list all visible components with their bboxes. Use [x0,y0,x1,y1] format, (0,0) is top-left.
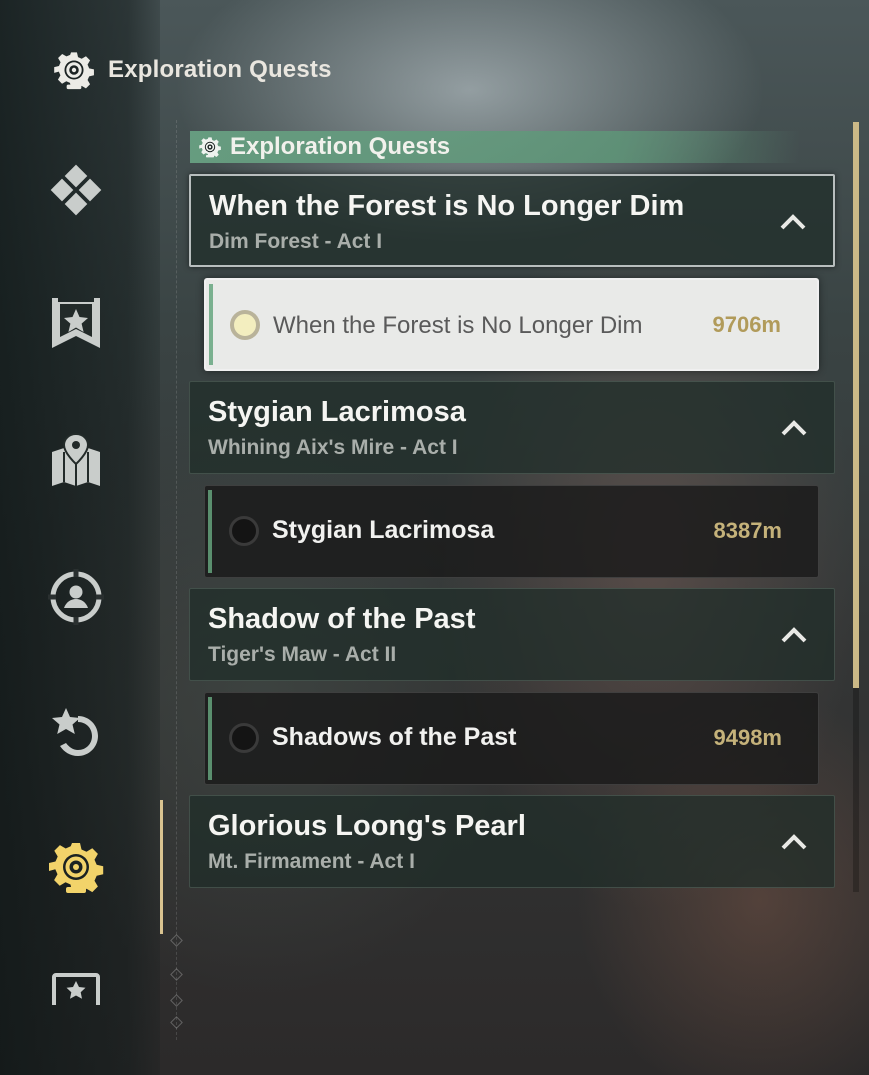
divider-ornament [170,934,183,947]
page-header: Exploration Quests [52,48,332,92]
track-radio[interactable] [230,310,260,340]
quest-subtitle: Mt. Firmament - Act I [208,850,415,873]
step-title: When the Forest is No Longer Dim [273,312,643,339]
star-screen-icon [52,973,100,1005]
quest-step[interactable]: When the Forest is No Longer Dim 9706m [204,278,819,371]
quest-step[interactable]: Shadows of the Past 9498m [204,692,819,785]
step-title: Stygian Lacrimosa [272,516,495,544]
quest-subtitle: Tiger's Maw - Act II [208,643,397,666]
nav-item-daily[interactable] [44,700,108,764]
chevron-up-icon[interactable] [779,212,807,232]
quest-subtitle: Whining Aix's Mire - Act I [208,436,458,459]
nav-item-screen[interactable] [44,965,108,1005]
nav-item-diamonds[interactable] [44,160,108,224]
gear-eye-icon [52,48,96,92]
quest-title: Shadow of the Past [208,603,476,635]
quest-header[interactable]: Glorious Loong's Pearl Mt. Firmament - A… [189,795,835,888]
quest-header[interactable]: Stygian Lacrimosa Whining Aix's Mire - A… [189,381,835,474]
nav-item-banner[interactable] [44,292,108,356]
person-target-icon [48,569,104,625]
quest-step[interactable]: Stygian Lacrimosa 8387m [204,485,819,578]
step-distance: 9706m [712,312,781,337]
quest-subtitle: Dim Forest - Act I [209,230,383,253]
quest-title: Glorious Loong's Pearl [208,810,526,842]
chevron-up-icon[interactable] [780,418,808,438]
section-banner: Exploration Quests [190,131,800,163]
star-refresh-icon [52,708,98,756]
star-banner-icon [52,298,100,348]
quest-header[interactable]: Shadow of the Past Tiger's Maw - Act II [189,588,835,681]
divider-ornament [170,1016,183,1029]
track-radio[interactable] [229,516,259,546]
page-title: Exploration Quests [108,56,332,83]
step-title: Shadows of the Past [272,723,517,751]
nav-item-character[interactable] [44,565,108,629]
divider-ornament [170,968,183,981]
quest-title: Stygian Lacrimosa [208,396,466,428]
section-title: Exploration Quests [230,133,451,160]
track-radio[interactable] [229,723,259,753]
gear-eye-icon [198,135,222,159]
map-pin-icon [52,432,100,486]
active-tab-indicator [160,800,163,934]
chevron-up-icon[interactable] [780,625,808,645]
step-distance: 9498m [713,725,782,750]
chevron-up-icon[interactable] [780,832,808,852]
quest-header[interactable]: When the Forest is No Longer Dim Dim For… [189,174,835,267]
nav-item-exploration[interactable] [44,835,108,899]
scrollbar-thumb[interactable] [853,122,859,688]
diamond-cluster-icon [50,164,102,216]
nav-item-map[interactable] [44,428,108,492]
quest-title: When the Forest is No Longer Dim [209,190,685,222]
gear-eye-icon [46,837,106,897]
divider-line [176,120,177,1040]
divider-ornament [170,994,183,1007]
step-distance: 8387m [713,518,782,543]
